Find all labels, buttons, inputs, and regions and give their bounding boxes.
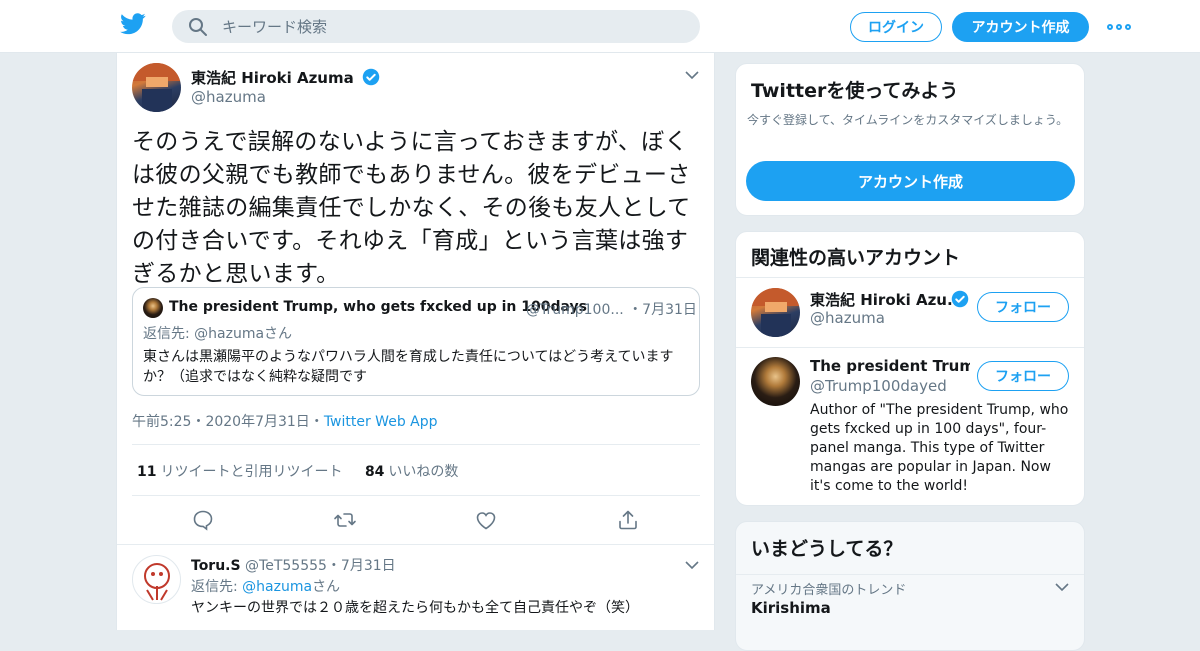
author-avatar[interactable]: [132, 63, 181, 112]
author-handle[interactable]: @hazuma: [191, 88, 266, 106]
share-icon[interactable]: [616, 508, 640, 532]
signup-card-button[interactable]: アカウント作成: [746, 161, 1075, 201]
signup-card: Twitterを使ってみよう 今すぐ登録して、タイムラインをカスタマイズしましょ…: [735, 63, 1085, 216]
signup-button[interactable]: アカウント作成: [952, 12, 1089, 42]
verified-badge-icon: [951, 290, 969, 308]
account-avatar[interactable]: [751, 288, 800, 337]
quoted-author-meta: @Trump100... ・7月31日: [526, 302, 697, 318]
more-icon[interactable]: [1107, 17, 1131, 37]
login-button[interactable]: ログイン: [850, 12, 942, 42]
divider: [132, 495, 700, 496]
reply-to-link[interactable]: @hazuma: [242, 579, 312, 595]
trend-context: アメリカ合衆国のトレンド: [751, 583, 907, 598]
divider: [132, 444, 700, 445]
retweet-icon[interactable]: [333, 508, 357, 532]
divider: [117, 544, 714, 545]
chevron-down-icon[interactable]: [685, 70, 699, 80]
twitter-bird-icon[interactable]: [120, 13, 146, 35]
trend-item[interactable]: Kirishima: [751, 599, 831, 617]
trends-card: いまどうしてる？ アメリカ合衆国のトレンド Kirishima: [735, 521, 1085, 651]
quoted-reply-to: 返信先: @hazumaさん: [143, 326, 293, 342]
divider: [736, 574, 1084, 575]
top-bar: ログイン アカウント作成: [0, 0, 1200, 53]
tweet-time[interactable]: 午前5:25: [132, 414, 191, 430]
reply-author[interactable]: Toru.S @TeT55555・7月31日: [191, 555, 396, 575]
reply-icon[interactable]: [191, 508, 215, 532]
tweet-date[interactable]: ・2020年7月31日・: [191, 414, 323, 430]
trends-title: いまどうしてる？: [751, 538, 903, 560]
relevant-accounts-title: 関連性の高いアカウント: [751, 247, 961, 269]
likes-stat[interactable]: 84 いいねの数: [365, 464, 458, 480]
account-avatar[interactable]: [751, 357, 800, 406]
retweets-stat[interactable]: 11 リツイートと引用リツイート: [137, 464, 342, 480]
tweet-text: そのうえで誤解のないように言っておきますが、ぼくは彼の父親でも教師でもありません…: [132, 129, 691, 287]
account-name[interactable]: The president Trump,...: [810, 357, 970, 375]
signup-card-description: 今すぐ登録して、タイムラインをカスタマイズしましょう。: [747, 113, 1069, 127]
author-name[interactable]: 東浩紀 Hiroki Azuma: [191, 67, 380, 88]
chevron-down-icon[interactable]: [1055, 582, 1069, 592]
search-input[interactable]: [222, 16, 682, 38]
tweet-column: 東浩紀 Hiroki Azuma @hazuma そのうえで誤解のないように言っ…: [116, 53, 715, 630]
quoted-author-name: The president Trump, who gets fxcked up …: [169, 299, 587, 315]
chevron-down-icon[interactable]: [685, 560, 699, 570]
tweet-source-link[interactable]: Twitter Web App: [324, 414, 438, 430]
follow-button[interactable]: フォロー: [977, 292, 1069, 322]
account-name[interactable]: 東浩紀 Hiroki Azu...: [810, 289, 970, 310]
follow-button[interactable]: フォロー: [977, 361, 1069, 391]
account-handle[interactable]: @Trump100dayed: [810, 377, 947, 395]
relevant-accounts-card: 関連性の高いアカウント 東浩紀 Hiroki Azu... @hazuma フォ…: [735, 231, 1085, 506]
tweet-meta: 午前5:25・2020年7月31日・Twitter Web App: [132, 411, 438, 431]
divider: [736, 277, 1084, 278]
quoted-tweet[interactable]: The president Trump, who gets fxcked up …: [132, 287, 700, 396]
reply-text: ヤンキーの世界では２０歳を超えたら何もかも全て自己責任やぞ（笑）: [191, 600, 639, 616]
search-icon: [189, 18, 207, 36]
reply-author-avatar[interactable]: [132, 555, 181, 604]
verified-badge-icon: [362, 68, 380, 86]
like-icon[interactable]: [474, 508, 498, 532]
divider: [736, 347, 1084, 348]
search-bar[interactable]: [172, 10, 700, 43]
account-handle[interactable]: @hazuma: [810, 309, 885, 327]
quoted-author-avatar: [143, 298, 163, 318]
signup-card-title: Twitterを使ってみよう: [751, 80, 959, 102]
account-bio: Author of "The president Trump, who gets…: [810, 402, 1069, 494]
quoted-tweet-text: 東さんは黒瀬陽平のようなパワハラ人間を育成した責任についてはどう考えていますか？…: [143, 349, 674, 385]
tweet-stats: 11 リツイートと引用リツイート 84 いいねの数: [137, 461, 458, 481]
reply-to: 返信先: @hazumaさん: [191, 579, 341, 595]
tweet-actions: [117, 508, 714, 538]
